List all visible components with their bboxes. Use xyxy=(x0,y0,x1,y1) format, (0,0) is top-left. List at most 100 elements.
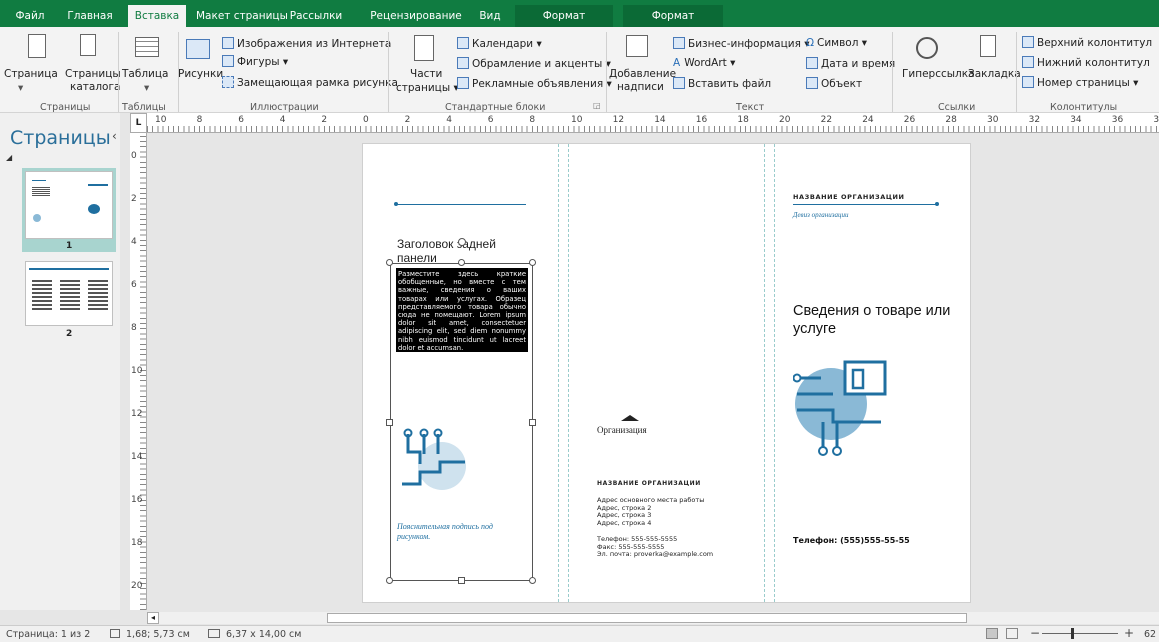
tab-review[interactable]: Рецензирование xyxy=(368,5,464,27)
vertical-ruler[interactable]: 0 2 4 6 8 10 12 14 16 18 20 xyxy=(130,133,147,610)
pictures-button[interactable]: Рисунки xyxy=(178,68,223,81)
address-line: Адрес, строка 4 xyxy=(597,518,652,527)
ribbon: Страница ▾ Страницы каталога Страницы Та… xyxy=(0,27,1159,113)
address-block[interactable]: Адрес основного места работы Адрес, стро… xyxy=(597,496,704,527)
hyperlink-button[interactable]: Гиперссылка xyxy=(902,68,975,81)
page-parts-label-2[interactable]: страницы ▾ xyxy=(396,82,459,95)
catalog-pages-button[interactable]: Страницы xyxy=(65,68,121,81)
tab-mailings[interactable]: Рассылки xyxy=(286,5,346,27)
resize-handle[interactable] xyxy=(529,419,536,426)
page-button[interactable]: Страница xyxy=(4,68,58,81)
ruler-label: 30 xyxy=(987,115,999,125)
symbol-button[interactable]: Ω Символ ▾ xyxy=(806,37,867,50)
contact-block[interactable]: Телефон: 555-555-5555 Факс: 555-555-5555… xyxy=(597,535,713,559)
scroll-left-icon[interactable]: ◂ xyxy=(147,612,159,624)
resize-handle[interactable] xyxy=(458,259,465,266)
horizontal-scrollbar[interactable]: ◂ xyxy=(147,612,1159,624)
picture-caption: Пояснительная подпись под рисунком. xyxy=(397,522,493,541)
ads-button[interactable]: Рекламные объявления ▾ xyxy=(457,77,612,91)
calendars-button[interactable]: Календари ▾ xyxy=(457,37,542,51)
group-headers-label: Колонтитулы xyxy=(1050,102,1118,113)
page-number-button[interactable]: Номер страницы ▾ xyxy=(1022,76,1138,90)
scroll-thumb[interactable] xyxy=(327,613,967,623)
header-icon xyxy=(1022,36,1034,48)
zoom-out-icon[interactable]: − xyxy=(1030,626,1040,640)
tab-home[interactable]: Главная xyxy=(64,5,116,27)
borders-button[interactable]: Обрамление и акценты ▾ xyxy=(457,57,611,71)
calendars-label: Календари xyxy=(472,38,534,50)
ruler-origin[interactable]: L xyxy=(130,113,147,133)
ruler-label: 28 xyxy=(945,115,957,125)
resize-handle[interactable] xyxy=(386,259,393,266)
tab-page-layout[interactable]: Макет страницы xyxy=(196,5,288,27)
globe-link-icon xyxy=(916,37,938,59)
expand-section-icon[interactable]: ◢ xyxy=(6,153,12,162)
tab-format-2[interactable]: Формат xyxy=(623,5,723,27)
resize-handle[interactable] xyxy=(458,577,465,584)
page-indicator[interactable]: Страница: 1 из 2 xyxy=(6,629,90,640)
page-thumbnail-1[interactable] xyxy=(25,171,113,239)
slogan[interactable]: Девиз организации xyxy=(793,211,849,219)
header-button[interactable]: Верхний колонтитул xyxy=(1022,36,1152,50)
bookmark-button[interactable]: Закладка xyxy=(968,68,1021,81)
placeholder-label: Замещающая рамка рисунка xyxy=(237,77,398,89)
single-page-view-icon[interactable] xyxy=(986,628,998,639)
ruler-label: 4 xyxy=(279,115,286,125)
org-name-right[interactable]: НАЗВАНИЕ ОРГАНИЗАЦИИ xyxy=(793,193,905,201)
shapes-button[interactable]: Фигуры ▾ xyxy=(222,55,288,69)
business-info-button[interactable]: Бизнес-информация ▾ xyxy=(673,37,810,51)
tab-format-1[interactable]: Формат xyxy=(515,5,613,27)
wordart-button[interactable]: A WordArt ▾ xyxy=(673,57,735,70)
org-name-middle[interactable]: НАЗВАНИЕ ОРГАНИЗАЦИИ xyxy=(597,480,701,487)
group-illustrations-label: Иллюстрации xyxy=(250,102,319,113)
page-dropdown-icon[interactable]: ▾ xyxy=(18,82,23,95)
resize-handle[interactable] xyxy=(386,419,393,426)
product-title[interactable]: Сведения о товаре или услуге xyxy=(793,302,963,338)
phone-text[interactable]: Телефон: (555)555-55-55 xyxy=(793,536,910,545)
table-dropdown-icon[interactable]: ▾ xyxy=(144,82,149,95)
zoom-level[interactable]: 62 xyxy=(1144,629,1156,640)
insert-file-button[interactable]: Вставить файл xyxy=(673,77,771,91)
online-images-icon xyxy=(222,37,234,49)
group-text-label: Текст xyxy=(736,102,765,113)
panel-rule xyxy=(396,204,526,205)
insert-file-label: Вставить файл xyxy=(688,78,772,90)
resize-handle[interactable] xyxy=(386,577,393,584)
footer-label: Нижний колонтитул xyxy=(1037,57,1150,69)
ruler-label: 20 xyxy=(131,581,143,591)
page-thumbnail-2[interactable] xyxy=(25,261,113,326)
table-button[interactable]: Таблица xyxy=(122,68,168,81)
page-number-label: Номер страницы xyxy=(1037,77,1130,89)
zoom-slider[interactable] xyxy=(1042,633,1118,634)
ruler-label: 0 xyxy=(131,151,137,161)
panel-rule xyxy=(793,204,937,205)
footer-button[interactable]: Нижний колонтитул xyxy=(1022,56,1150,70)
resize-handle[interactable] xyxy=(529,577,536,584)
ruler-label: 2 xyxy=(321,115,328,125)
tab-view[interactable]: Вид xyxy=(476,5,504,27)
object-button[interactable]: Объект xyxy=(806,77,862,91)
two-page-view-icon[interactable] xyxy=(1006,628,1018,639)
dialog-launcher-icon[interactable]: ◲ xyxy=(593,99,601,112)
horizontal-ruler[interactable]: 10 8 6 4 2 0 2 4 6 8 10 12 14 16 18 20 22 24 26 28 30 32 34 36 3… xyxy=(147,113,1159,133)
rule-dot-icon xyxy=(935,202,939,206)
text-box-button[interactable]: Добавление xyxy=(609,68,676,81)
ruler-label: 34 xyxy=(1070,115,1082,125)
placeholder-picture-button[interactable]: Замещающая рамка рисунка xyxy=(222,76,398,90)
page-parts-button[interactable]: Части xyxy=(410,68,442,81)
rotate-handle-icon[interactable] xyxy=(458,238,466,246)
online-images-button[interactable]: Изображения из Интернета xyxy=(222,37,391,51)
zoom-in-icon[interactable]: + xyxy=(1124,626,1134,640)
back-panel-heading[interactable]: Заголовок задней панели xyxy=(397,237,517,265)
collapse-pane-icon[interactable]: ‹ xyxy=(112,129,117,143)
datetime-button[interactable]: Дата и время xyxy=(806,57,895,71)
resize-handle[interactable] xyxy=(529,259,536,266)
thumb-line xyxy=(32,180,46,181)
tab-file[interactable]: Файл xyxy=(10,5,50,27)
ruler-ticks xyxy=(147,126,1159,132)
fold-guide xyxy=(764,144,765,602)
zoom-slider-thumb[interactable] xyxy=(1071,628,1074,639)
tab-insert[interactable]: Вставка xyxy=(128,5,186,27)
ruler-label: 4 xyxy=(131,237,137,247)
selected-body-text[interactable]: Разместите здесь краткие обобщенные, но … xyxy=(396,268,528,352)
